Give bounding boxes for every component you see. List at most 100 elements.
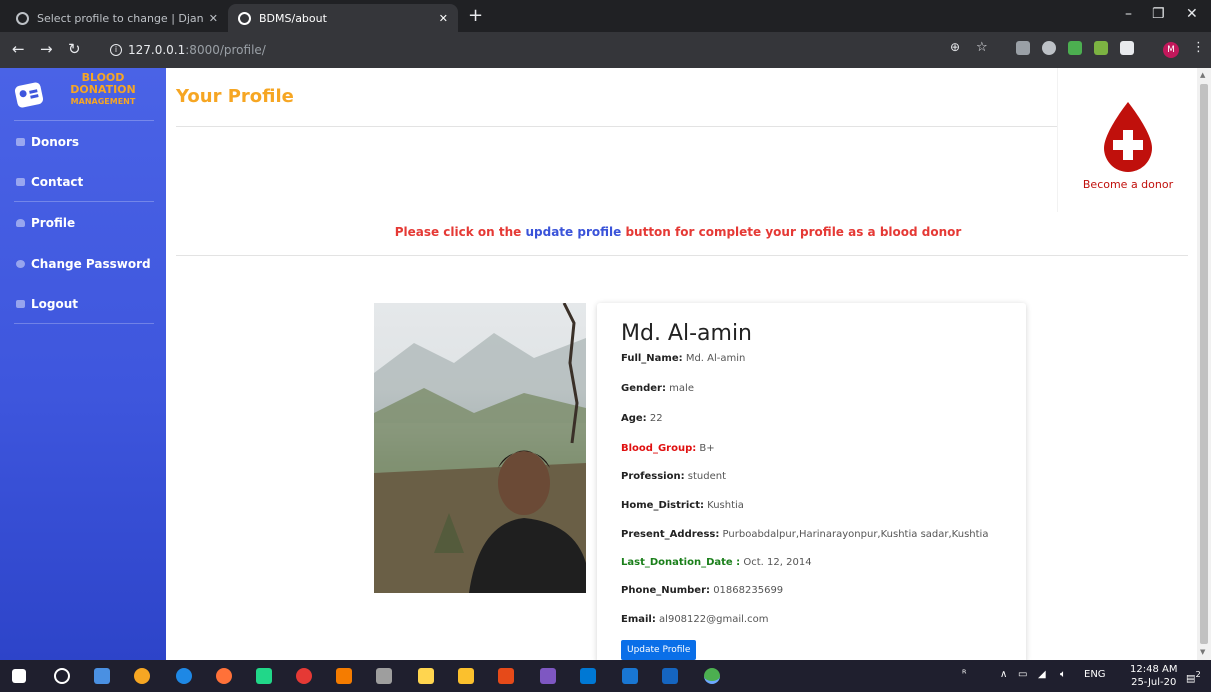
brand-logo[interactable]: BLOOD DONATION MANAGEMENT xyxy=(10,70,156,122)
sidebar-divider xyxy=(14,120,154,121)
sidebar-divider xyxy=(14,201,154,202)
update-profile-notice: Please click on the update profile butto… xyxy=(176,225,1180,239)
xampp-icon[interactable] xyxy=(336,668,352,684)
app-icon[interactable] xyxy=(134,668,150,684)
notification-center-icon[interactable]: ▤2 xyxy=(1186,669,1201,684)
update-profile-link[interactable]: update profile xyxy=(525,225,621,239)
field-value: Purboabdalpur,Harinarayonpur,Kushtia sad… xyxy=(722,529,989,540)
taskbar-clock[interactable]: 12:48 AM 25-Jul-20 xyxy=(1130,663,1177,689)
volume-icon[interactable]: 🔈︎ xyxy=(1060,669,1066,680)
key-icon xyxy=(16,260,25,268)
scroll-up-icon[interactable]: ▲ xyxy=(1200,71,1205,79)
app-icon[interactable] xyxy=(540,668,556,684)
sign-out-icon xyxy=(16,300,25,308)
section-divider xyxy=(176,255,1188,256)
field-blood-group: Blood_Group: B+ xyxy=(621,443,715,454)
firefox-icon[interactable] xyxy=(216,668,232,684)
user-avatar[interactable]: M xyxy=(1163,42,1179,58)
reload-icon[interactable]: ↻ xyxy=(68,40,81,58)
field-value: al908122@gmail.com xyxy=(659,614,769,625)
forward-icon[interactable]: → xyxy=(40,40,53,58)
globe-icon xyxy=(238,11,251,25)
clock-time: 12:48 AM xyxy=(1130,664,1178,675)
field-value: Md. Al-amin xyxy=(685,353,746,364)
users-icon xyxy=(16,138,25,146)
notepad-icon[interactable] xyxy=(376,668,392,684)
word-icon[interactable] xyxy=(622,668,638,684)
id-card-icon xyxy=(13,81,45,109)
battery-icon[interactable]: ▭ xyxy=(1018,669,1027,680)
file-explorer-icon[interactable] xyxy=(458,668,474,684)
sidebar-item-label: Change Password xyxy=(31,257,151,271)
network-icon[interactable]: ◢ xyxy=(1038,669,1046,680)
sidebar-item-donors[interactable]: Donors xyxy=(16,132,79,152)
page-scrollbar[interactable]: ▲ ▼ xyxy=(1197,68,1211,660)
window-close-icon[interactable]: ✕ xyxy=(1186,6,1198,22)
vscode-icon[interactable] xyxy=(580,668,596,684)
field-value: B+ xyxy=(699,443,715,454)
clock-date: 25-Jul-20 xyxy=(1131,677,1177,688)
info-icon[interactable]: i xyxy=(110,44,122,56)
brand-line-3: MANAGEMENT xyxy=(70,97,136,106)
sidebar-item-profile[interactable]: Profile xyxy=(16,213,75,233)
brand-title: BLOOD DONATION MANAGEMENT xyxy=(58,72,148,108)
field-label: Age: xyxy=(621,413,647,424)
bookmark-star-icon[interactable]: ☆ xyxy=(976,40,988,55)
opera-icon[interactable] xyxy=(296,668,312,684)
field-label: Present_Address: xyxy=(621,529,720,540)
app-icon[interactable] xyxy=(498,668,514,684)
restore-icon[interactable]: ❐ xyxy=(1152,6,1165,22)
brand-line-2: DONATION xyxy=(70,83,136,96)
windows-start-icon[interactable] xyxy=(12,669,26,683)
update-profile-button[interactable]: Update Profile xyxy=(621,640,697,660)
people-icon[interactable]: ᴿ xyxy=(962,669,966,680)
close-tab-icon[interactable]: ✕ xyxy=(209,12,218,25)
color-extension-icon[interactable] xyxy=(1068,41,1082,55)
task-view-icon[interactable] xyxy=(94,668,110,684)
edge-browser-icon[interactable] xyxy=(176,668,192,684)
browser-tab-bar: Select profile to change | Django ✕ BDMS… xyxy=(0,0,1211,32)
profile-name: Md. Al-amin xyxy=(621,321,753,346)
close-tab-icon[interactable]: ✕ xyxy=(439,12,448,25)
new-tab-button[interactable]: + xyxy=(468,6,483,26)
sublime-icon[interactable] xyxy=(418,668,434,684)
url-input[interactable]: i 127.0.0.1 :8000/profile/ xyxy=(110,38,930,62)
search-circle-icon[interactable] xyxy=(54,668,70,684)
field-value: student xyxy=(687,471,727,482)
minimize-icon[interactable]: – xyxy=(1125,6,1132,22)
envelope-icon xyxy=(16,178,25,186)
sidebar-item-change-password[interactable]: Change Password xyxy=(16,254,151,274)
field-label: Full_Name: xyxy=(621,353,683,364)
profile-photo xyxy=(374,303,586,593)
database-extension-icon[interactable] xyxy=(1094,41,1108,55)
user-icon xyxy=(16,219,25,227)
field-gender: Gender: male xyxy=(621,383,694,394)
browser-tab-bdms-about[interactable]: BDMS/about ✕ xyxy=(228,4,458,32)
scrollbar-thumb[interactable] xyxy=(1200,84,1208,644)
download-extension-icon[interactable] xyxy=(1016,41,1030,55)
sidebar-item-label: Contact xyxy=(31,175,84,189)
field-label: Profession: xyxy=(621,471,685,482)
language-indicator[interactable]: ENG xyxy=(1084,669,1106,680)
field-profession: Profession: student xyxy=(621,471,726,482)
shield-extension-icon[interactable] xyxy=(1042,41,1056,55)
field-label: Gender: xyxy=(621,383,666,394)
show-hidden-icons-icon[interactable]: ∧ xyxy=(1000,669,1007,680)
extensions-puzzle-icon[interactable] xyxy=(1120,41,1134,55)
sidebar-item-logout[interactable]: Logout xyxy=(16,294,78,314)
pycharm-icon[interactable] xyxy=(256,668,272,684)
tab-title: BDMS/about xyxy=(259,11,327,25)
sidebar-divider xyxy=(14,323,154,324)
sidebar-item-contact[interactable]: Contact xyxy=(16,172,83,192)
field-value: male xyxy=(669,383,694,394)
zoom-icon[interactable]: ⊕ xyxy=(950,40,960,54)
browser-tab-django-admin[interactable]: Select profile to change | Django ✕ xyxy=(6,4,228,32)
field-value: Kushtia xyxy=(707,500,744,511)
scroll-down-icon[interactable]: ▼ xyxy=(1200,648,1205,656)
menu-kebab-icon[interactable]: ⋮ xyxy=(1192,40,1205,55)
become-donor-card[interactable]: Become a donor xyxy=(1057,68,1197,212)
powershell-icon[interactable] xyxy=(662,668,678,684)
sidebar: BLOOD DONATION MANAGEMENT Donors Contact… xyxy=(0,68,166,660)
chrome-icon[interactable] xyxy=(704,668,720,684)
back-icon[interactable]: ← xyxy=(12,40,25,58)
